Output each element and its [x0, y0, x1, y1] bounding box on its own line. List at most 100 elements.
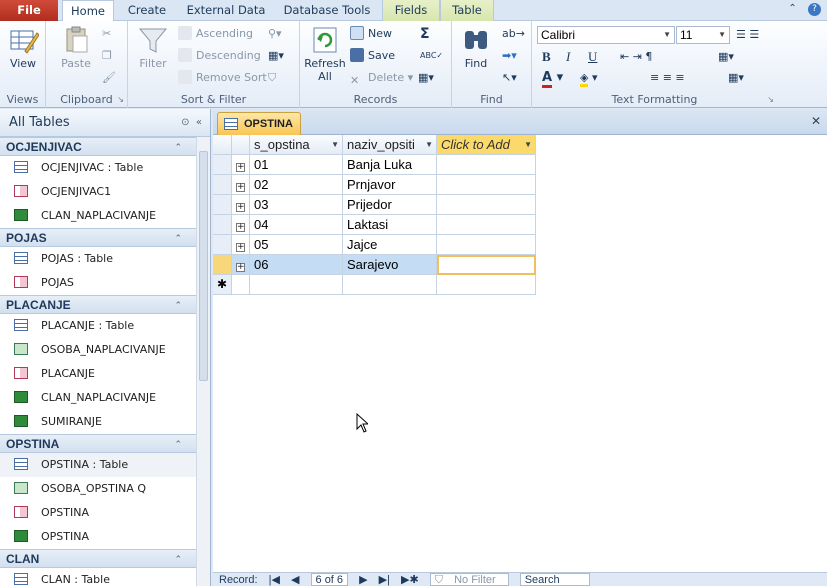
- select-all-cell[interactable]: [213, 135, 232, 155]
- nav-item[interactable]: OCJENJIVAC : Table: [0, 156, 196, 180]
- nav-item[interactable]: PLACANJE : Table: [0, 314, 196, 338]
- table-cell[interactable]: 02: [250, 175, 343, 195]
- search-input[interactable]: Search: [519, 573, 590, 586]
- table-cell[interactable]: [437, 255, 536, 275]
- plus-expand-icon[interactable]: +: [236, 183, 245, 192]
- tab-home[interactable]: Home: [62, 0, 114, 22]
- chevron-up-icon[interactable]: ⌃: [174, 229, 182, 248]
- click-to-add-header[interactable]: Click to Add ▼: [437, 135, 536, 155]
- table-cell[interactable]: [250, 275, 343, 295]
- chevron-up-icon[interactable]: ⌃: [174, 435, 182, 454]
- font-name-combo[interactable]: Calibri ▼: [537, 26, 675, 44]
- tab-table[interactable]: Table: [440, 0, 494, 21]
- chevron-down-icon[interactable]: ▼: [331, 135, 339, 154]
- nav-group-header[interactable]: OCJENJIVAC ⌃: [0, 137, 196, 156]
- table-cell[interactable]: Laktasi: [343, 215, 437, 235]
- table-cell[interactable]: 03: [250, 195, 343, 215]
- table-cell[interactable]: [437, 275, 536, 295]
- nav-new-icon[interactable]: ▶✱: [401, 574, 419, 586]
- chevron-up-icon[interactable]: ⌃: [174, 138, 182, 157]
- nav-scrollbar[interactable]: [196, 137, 210, 586]
- filter-button[interactable]: Filter: [134, 25, 172, 70]
- font-color-icon[interactable]: A ▾: [542, 69, 563, 88]
- gridlines-icon[interactable]: ▦▾: [718, 48, 734, 66]
- table-cell[interactable]: Banja Luka: [343, 155, 437, 175]
- descending-button[interactable]: Descending: [178, 47, 261, 65]
- tab-fields[interactable]: Fields: [382, 0, 440, 21]
- tab-database-tools[interactable]: Database Tools: [276, 0, 378, 21]
- tab-file[interactable]: File: [0, 0, 58, 21]
- nav-group-header[interactable]: POJAS ⌃: [0, 228, 196, 247]
- plus-expand-icon[interactable]: +: [236, 223, 245, 232]
- nav-item[interactable]: SUMIRANJE: [0, 410, 196, 434]
- save-record-button[interactable]: Save: [350, 47, 395, 65]
- record-selector[interactable]: [213, 195, 232, 215]
- underline-icon[interactable]: U: [588, 48, 597, 66]
- column-header[interactable]: s_opstina ▼: [250, 135, 343, 155]
- table-cell[interactable]: [437, 155, 536, 175]
- nav-item[interactable]: POJAS : Table: [0, 247, 196, 271]
- table-cell[interactable]: [437, 215, 536, 235]
- clipboard-launcher-icon[interactable]: ↘: [117, 95, 124, 104]
- nav-item[interactable]: OPSTINA: [0, 525, 196, 549]
- list-icons[interactable]: ☰ ☰: [736, 26, 759, 44]
- nav-group-header[interactable]: OPSTINA ⌃: [0, 434, 196, 453]
- nav-last-icon[interactable]: ▶|: [379, 574, 390, 586]
- nav-item[interactable]: CLAN : Table: [0, 568, 196, 586]
- plus-expand-icon[interactable]: +: [236, 243, 245, 252]
- chevron-up-icon[interactable]: ⌃: [174, 550, 182, 569]
- select-icon[interactable]: ↖▾: [502, 69, 517, 87]
- nav-item[interactable]: OCJENJIVAC1: [0, 180, 196, 204]
- nav-item[interactable]: OPSTINA: [0, 501, 196, 525]
- italic-icon[interactable]: I: [566, 48, 570, 66]
- table-cell[interactable]: [437, 195, 536, 215]
- record-selector[interactable]: [213, 155, 232, 175]
- record-selector[interactable]: [213, 215, 232, 235]
- font-size-combo[interactable]: 11 ▼: [676, 26, 730, 44]
- nav-header[interactable]: All Tables ⊙ «: [0, 109, 210, 137]
- format-painter-icon[interactable]: 🖌: [102, 69, 116, 87]
- cut-icon[interactable]: ✂: [102, 25, 111, 43]
- spelling-icon[interactable]: ABC✓: [420, 47, 443, 65]
- ascending-button[interactable]: Ascending: [178, 25, 253, 43]
- tab-external-data[interactable]: External Data: [180, 0, 272, 21]
- nav-item[interactable]: PLACANJE: [0, 362, 196, 386]
- help-icon[interactable]: ?: [808, 3, 821, 16]
- align-icons[interactable]: ≡ ≡ ≡: [650, 69, 685, 87]
- record-selector[interactable]: [213, 175, 232, 195]
- nav-group-header[interactable]: CLAN ⌃: [0, 549, 196, 568]
- close-icon[interactable]: ✕: [811, 114, 821, 128]
- more-records-icon[interactable]: ▦▾: [418, 69, 434, 87]
- goto-icon[interactable]: ➡▾: [502, 47, 517, 65]
- table-cell[interactable]: 05: [250, 235, 343, 255]
- table-cell[interactable]: Sarajevo: [343, 255, 437, 275]
- indent-icons[interactable]: ⇤ ⇥ ¶: [620, 48, 652, 66]
- nav-first-icon[interactable]: |◀: [269, 574, 280, 586]
- table-cell[interactable]: Prnjavor: [343, 175, 437, 195]
- chevron-up-icon[interactable]: ⌃: [174, 296, 182, 315]
- nav-scroll-thumb[interactable]: [199, 151, 208, 381]
- chevron-down-icon[interactable]: ▼: [425, 135, 433, 154]
- column-header[interactable]: naziv_opsiti ▼: [343, 135, 437, 155]
- paste-button[interactable]: Paste: [54, 25, 98, 70]
- table-cell[interactable]: 06: [250, 255, 343, 275]
- new-record-selector[interactable]: ✱: [213, 275, 232, 295]
- find-button[interactable]: Find: [458, 25, 494, 70]
- plus-expand-icon[interactable]: +: [236, 263, 245, 272]
- record-selector[interactable]: [213, 255, 232, 275]
- table-cell[interactable]: Jajce: [343, 235, 437, 255]
- totals-icon[interactable]: Σ: [420, 25, 430, 43]
- copy-icon[interactable]: ❐: [102, 47, 112, 65]
- refresh-all-button[interactable]: Refresh All: [304, 25, 346, 83]
- remove-sort-button[interactable]: Remove Sort: [178, 69, 267, 87]
- nav-controls[interactable]: ⊙ «: [181, 109, 202, 137]
- table-cell[interactable]: [437, 175, 536, 195]
- minimize-ribbon-icon[interactable]: ⌃: [788, 3, 796, 14]
- view-button[interactable]: View: [4, 25, 42, 70]
- toggle-filter-icon[interactable]: ⛉: [268, 69, 276, 87]
- tab-create[interactable]: Create: [118, 0, 176, 21]
- nav-item[interactable]: POJAS: [0, 271, 196, 295]
- nav-next-icon[interactable]: ▶: [359, 574, 367, 586]
- nav-group-header[interactable]: PLACANJE ⌃: [0, 295, 196, 314]
- record-position[interactable]: 6 of 6: [310, 573, 349, 586]
